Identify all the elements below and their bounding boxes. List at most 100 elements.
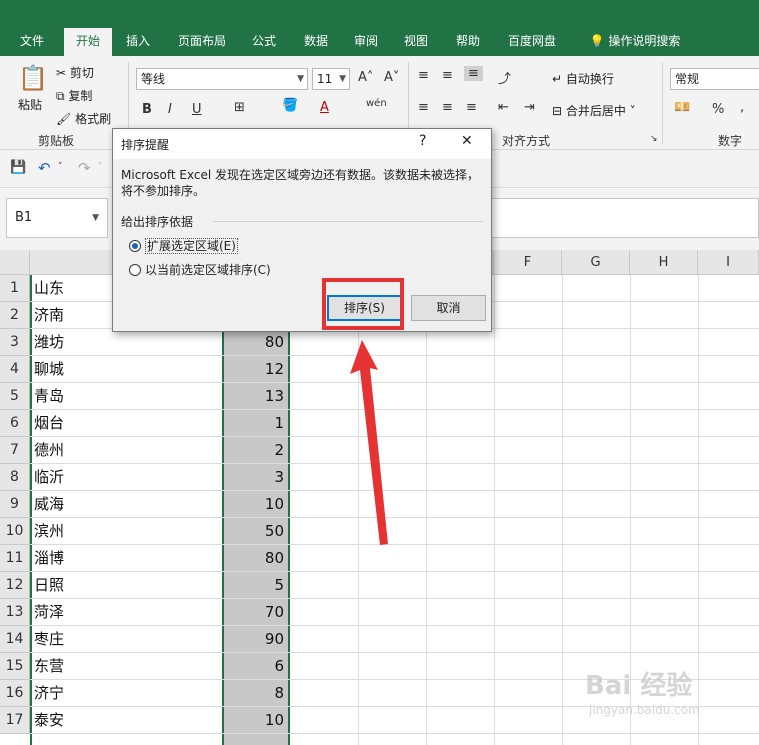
cell-city[interactable]: 日照 xyxy=(34,572,220,599)
tab-insert[interactable]: 插入 xyxy=(116,30,160,56)
column-header-g[interactable]: G xyxy=(562,250,630,275)
row-header[interactable]: 13 xyxy=(0,599,30,626)
formula-input[interactable] xyxy=(490,198,759,238)
row-header[interactable]: 16 xyxy=(0,680,30,707)
row-header[interactable]: 1 xyxy=(0,275,30,302)
row-header[interactable]: 12 xyxy=(0,572,30,599)
borders-icon[interactable]: ⊞ xyxy=(234,100,245,115)
orientation-icon[interactable]: ⤴ xyxy=(498,68,511,87)
font-color-icon[interactable]: A xyxy=(320,100,329,115)
cell-city[interactable]: 淄博 xyxy=(34,545,220,572)
cell-city[interactable]: 枣庄 xyxy=(34,626,220,653)
cell-value[interactable]: 5 xyxy=(224,572,288,599)
cancel-button[interactable]: 取消 xyxy=(411,295,486,321)
row-header[interactable]: 3 xyxy=(0,329,30,356)
cell-city[interactable]: 菏泽 xyxy=(34,599,220,626)
cell-city[interactable]: 东营 xyxy=(34,653,220,680)
row-header[interactable]: 17 xyxy=(0,707,30,734)
cell-city[interactable]: 烟台 xyxy=(34,410,220,437)
number-format-combo[interactable]: 常规 xyxy=(670,68,759,90)
fill-color-icon[interactable]: 🪣 xyxy=(282,98,298,113)
tab-page-layout[interactable]: 页面布局 xyxy=(170,30,234,56)
name-box[interactable]: B1 ▼ xyxy=(6,198,108,238)
help-button[interactable]: ? xyxy=(419,133,426,149)
chevron-down-icon[interactable]: ˅ xyxy=(98,162,103,172)
tab-view[interactable]: 视图 xyxy=(396,30,436,56)
tab-file[interactable]: 文件 xyxy=(8,30,56,56)
row-header[interactable]: 14 xyxy=(0,626,30,653)
undo-icon[interactable]: ↶ xyxy=(38,159,51,177)
cell-value[interactable]: 70 xyxy=(224,599,288,626)
align-right-icon[interactable]: ≡ xyxy=(466,100,477,115)
cell-city[interactable]: 潍坊 xyxy=(34,329,220,356)
current-selection-radio[interactable]: 以当前选定区域排序(C) xyxy=(129,261,271,278)
cell-value[interactable]: 10 xyxy=(224,707,288,734)
align-center-icon[interactable]: ≡ xyxy=(442,100,453,115)
tab-home[interactable]: 开始 xyxy=(64,28,112,56)
cell-value[interactable]: 13 xyxy=(224,383,288,410)
paste-button[interactable]: 粘贴 xyxy=(18,96,42,113)
increase-indent-icon[interactable]: ⇥ xyxy=(524,100,535,115)
close-icon[interactable]: ✕ xyxy=(461,133,473,149)
tab-data[interactable]: 数据 xyxy=(294,30,338,56)
cell-value[interactable]: 80 xyxy=(224,545,288,572)
wrap-text-button[interactable]: ↵ 自动换行 xyxy=(552,70,614,87)
cell-value[interactable]: 2 xyxy=(224,437,288,464)
row-header[interactable]: 9 xyxy=(0,491,30,518)
font-name-combo[interactable]: 等线 ▼ xyxy=(136,68,308,90)
cell-value[interactable]: 8 xyxy=(224,680,288,707)
row-header[interactable]: 8 xyxy=(0,464,30,491)
row-header[interactable]: 6 xyxy=(0,410,30,437)
column-header-h[interactable]: H xyxy=(630,250,698,275)
cell-value[interactable]: 50 xyxy=(224,518,288,545)
phonetic-guide-icon[interactable]: wén xyxy=(366,98,387,109)
cell-value[interactable]: 80 xyxy=(224,329,288,356)
redo-icon[interactable]: ↷ xyxy=(78,159,91,177)
cell-city[interactable]: 德州 xyxy=(34,437,220,464)
row-header[interactable]: 5 xyxy=(0,383,30,410)
row-header[interactable]: 7 xyxy=(0,437,30,464)
format-painter-button[interactable]: 🖌 格式刷 xyxy=(56,110,111,127)
expand-selection-radio[interactable]: 扩展选定区域(E) xyxy=(129,237,238,254)
row-header[interactable]: 10 xyxy=(0,518,30,545)
cell-city[interactable]: 临沂 xyxy=(34,464,220,491)
comma-style-button[interactable]: , xyxy=(740,100,744,115)
cell-value[interactable]: 3 xyxy=(224,464,288,491)
row-header[interactable]: 4 xyxy=(0,356,30,383)
decrease-font-icon[interactable]: A˅ xyxy=(384,70,399,85)
underline-button[interactable]: U xyxy=(192,102,202,117)
merge-center-button[interactable]: ⊟ 合并后居中 ˅ xyxy=(552,102,636,119)
save-icon[interactable]: 💾 xyxy=(10,160,26,175)
cell-value[interactable]: 90 xyxy=(224,626,288,653)
align-top-icon[interactable]: ≡ xyxy=(418,68,429,83)
cell-value[interactable]: 10 xyxy=(224,491,288,518)
align-middle-icon[interactable]: ≡ xyxy=(442,68,453,83)
cell-value[interactable]: 6 xyxy=(224,653,288,680)
select-all-corner[interactable] xyxy=(0,250,30,275)
column-header-i[interactable]: I xyxy=(698,250,759,275)
decrease-indent-icon[interactable]: ⇤ xyxy=(498,100,509,115)
italic-button[interactable]: I xyxy=(168,102,172,117)
cell-value[interactable]: 12 xyxy=(224,356,288,383)
cell-city[interactable]: 泰安 xyxy=(34,707,220,734)
increase-font-icon[interactable]: A˄ xyxy=(358,70,373,85)
cell-city[interactable]: 青岛 xyxy=(34,383,220,410)
tab-review[interactable]: 审阅 xyxy=(346,30,386,56)
accounting-format-icon[interactable]: 💴 xyxy=(674,100,690,115)
align-left-icon[interactable]: ≡ xyxy=(418,100,429,115)
paste-icon[interactable]: 📋 xyxy=(18,64,48,92)
bold-button[interactable]: B xyxy=(142,102,152,117)
tab-baidu-netdisk[interactable]: 百度网盘 xyxy=(500,30,564,56)
copy-button[interactable]: ⧉ 复制 xyxy=(56,87,92,104)
column-header-f[interactable]: F xyxy=(494,250,562,275)
chevron-down-icon[interactable]: ˅ xyxy=(58,162,63,172)
cell-city[interactable]: 威海 xyxy=(34,491,220,518)
align-bottom-icon[interactable]: ≡ xyxy=(464,66,483,81)
tab-help[interactable]: 帮助 xyxy=(448,30,488,56)
cell-value[interactable]: 1 xyxy=(224,410,288,437)
row-header[interactable]: 2 xyxy=(0,302,30,329)
font-size-combo[interactable]: 11 ▼ xyxy=(312,68,350,90)
percent-style-button[interactable]: % xyxy=(712,102,724,117)
cut-button[interactable]: ✂ 剪切 xyxy=(56,64,94,81)
dialog-launcher-icon[interactable]: ↘ xyxy=(650,134,658,144)
